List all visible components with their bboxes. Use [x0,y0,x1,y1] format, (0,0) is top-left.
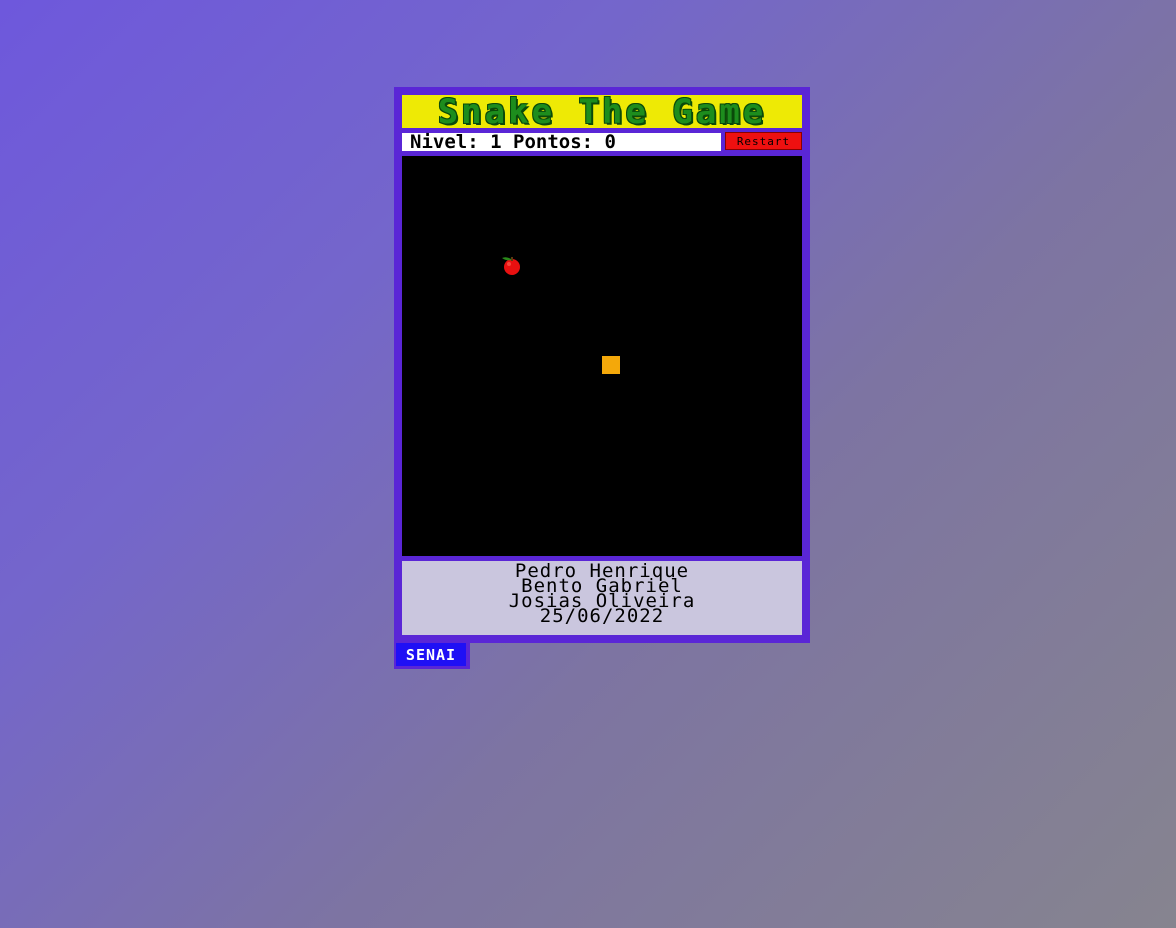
game-title: Snake The Game [437,91,767,132]
points-value: 0 [604,130,616,153]
game-board[interactable] [402,156,802,556]
points-label: Pontos: [513,130,594,153]
apple-icon [502,257,520,275]
brand-label: SENAI [396,643,466,666]
status-bar: Nivel: 1 Pontos: 0 [402,130,721,153]
title-bar: Snake The Game [402,91,802,132]
credits-panel: Pedro Henrique Bento Gabriel Josias Oliv… [402,561,802,635]
snake-head [602,356,620,374]
level-value: 1 [490,130,502,153]
game-frame: Snake The Game Nivel: 1 Pontos: 0 Restar… [394,87,810,643]
level-label: Nivel: [410,130,479,153]
credit-date: 25/06/2022 [539,605,665,627]
restart-button[interactable]: Restart [725,132,802,150]
brand-tag: SENAI [394,643,470,669]
